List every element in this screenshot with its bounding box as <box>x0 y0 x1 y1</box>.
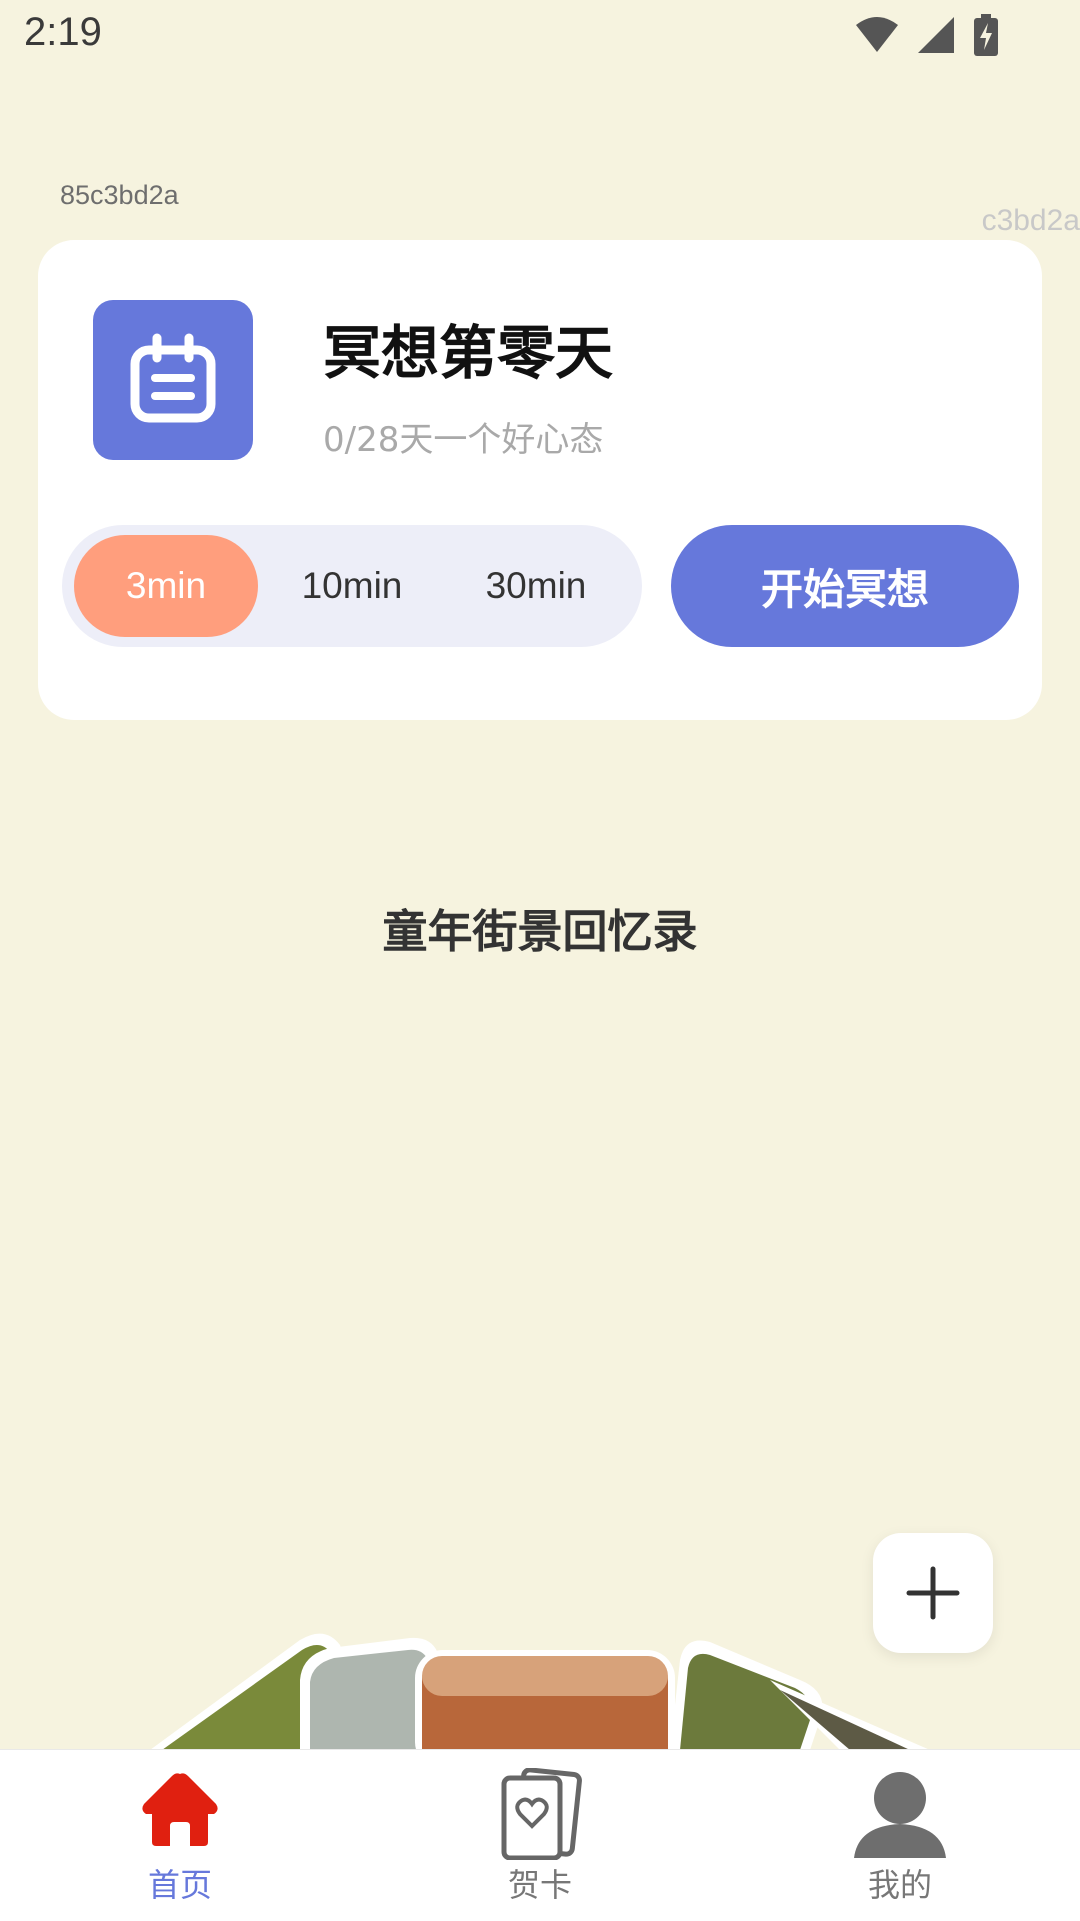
wifi-icon <box>856 17 898 52</box>
nav-label-home: 首页 <box>147 1866 212 1904</box>
start-meditation-button[interactable]: 开始冥想 <box>671 525 1019 647</box>
nav-item-cards[interactable]: 贺卡 <box>440 1750 640 1921</box>
bottom-nav: 首页 贺卡 我的 <box>0 1749 1080 1921</box>
profile-icon <box>854 1772 946 1858</box>
home-icon <box>142 1773 218 1846</box>
calendar-icon <box>130 333 216 423</box>
plus-icon <box>906 1566 960 1620</box>
photo-card-3[interactable] <box>415 1650 675 1750</box>
battery-icon <box>974 14 998 56</box>
duration-30min-button[interactable]: 30min <box>444 535 628 637</box>
greeting-card-icon <box>501 1768 582 1860</box>
photo-carousel[interactable] <box>150 1620 930 1750</box>
meditation-card: 冥想第零天 0/28天一个好心态 3min 10min 30min 开始冥想 <box>38 240 1042 720</box>
nav-label-cards: 贺卡 <box>507 1866 572 1904</box>
nav-item-home[interactable]: 首页 <box>80 1750 280 1921</box>
duration-selector: 3min 10min 30min <box>62 525 642 647</box>
duration-10min-button[interactable]: 10min <box>260 535 444 637</box>
status-icons <box>856 14 998 56</box>
duration-3min-button[interactable]: 3min <box>74 535 258 637</box>
cellular-signal-icon <box>918 17 954 53</box>
section-title: 童年街景回忆录 <box>382 905 698 958</box>
card-subtitle: 0/28天一个好心态 <box>323 420 604 460</box>
nav-item-profile[interactable]: 我的 <box>800 1750 1000 1921</box>
calendar-tile <box>93 300 253 460</box>
debug-id-left: 85c3bd2a <box>60 180 179 210</box>
debug-id-right: c3bd2a <box>981 204 1080 237</box>
status-time: 2:19 <box>24 10 102 54</box>
status-bar: 2:19 <box>0 0 1080 72</box>
card-title: 冥想第零天 <box>323 319 614 387</box>
nav-label-profile: 我的 <box>867 1866 932 1904</box>
